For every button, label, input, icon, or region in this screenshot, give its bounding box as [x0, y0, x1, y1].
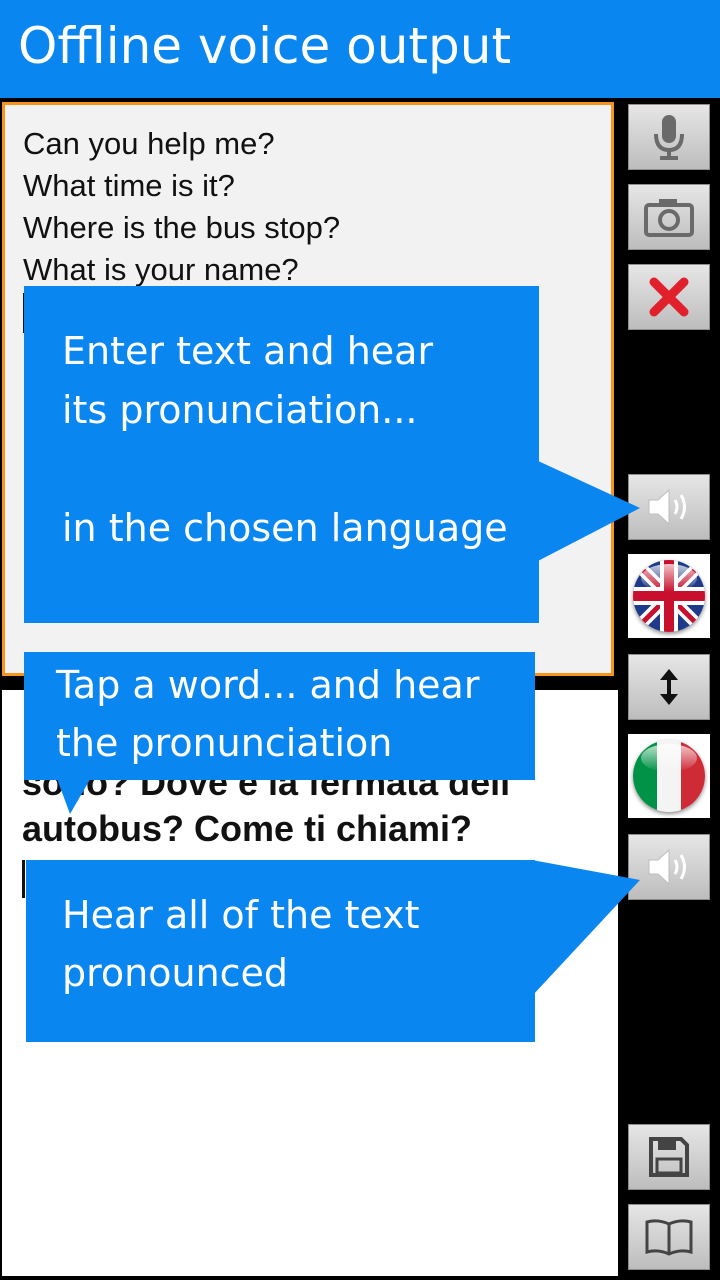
microphone-icon [649, 112, 689, 162]
close-icon [648, 276, 690, 318]
target-language-button[interactable] [628, 734, 710, 818]
input-text: Can you help me? What time is it? Where … [23, 126, 341, 287]
italy-flag-icon [633, 740, 705, 812]
tooltip-tap-word: Tap a word... and hear the pronunciation [24, 652, 535, 780]
swap-vertical-icon [657, 667, 681, 707]
save-button[interactable] [628, 1124, 710, 1190]
microphone-button[interactable] [628, 104, 710, 170]
book-icon [644, 1218, 694, 1256]
tooltip-hear-all: Hear all of the text pronounced [26, 860, 535, 1042]
camera-icon [643, 196, 695, 238]
tooltip-arrow [56, 776, 92, 814]
tooltip-tap-word-label: Tap a word... and hear the pronunciation [56, 663, 480, 765]
save-icon [648, 1136, 690, 1178]
clear-button[interactable] [628, 264, 710, 330]
tooltip-enter-text-label: Enter text and hear its pronunciation...… [62, 329, 508, 550]
tooltip-arrow [532, 860, 640, 996]
speaker-icon [645, 845, 693, 889]
tooltip-enter-text: Enter text and hear its pronunciation...… [24, 286, 539, 623]
tooltip-arrow [536, 460, 640, 562]
swap-languages-button[interactable] [628, 654, 710, 720]
speaker-icon [645, 485, 693, 529]
text-cursor [22, 860, 25, 898]
app-title-bar: Offline voice output [0, 0, 720, 98]
app-title: Offline voice output [18, 17, 512, 75]
tooltip-hear-all-label: Hear all of the text pronounced [62, 893, 420, 995]
camera-button[interactable] [628, 184, 710, 250]
dictionary-button[interactable] [628, 1204, 710, 1270]
uk-flag-icon [633, 560, 705, 632]
